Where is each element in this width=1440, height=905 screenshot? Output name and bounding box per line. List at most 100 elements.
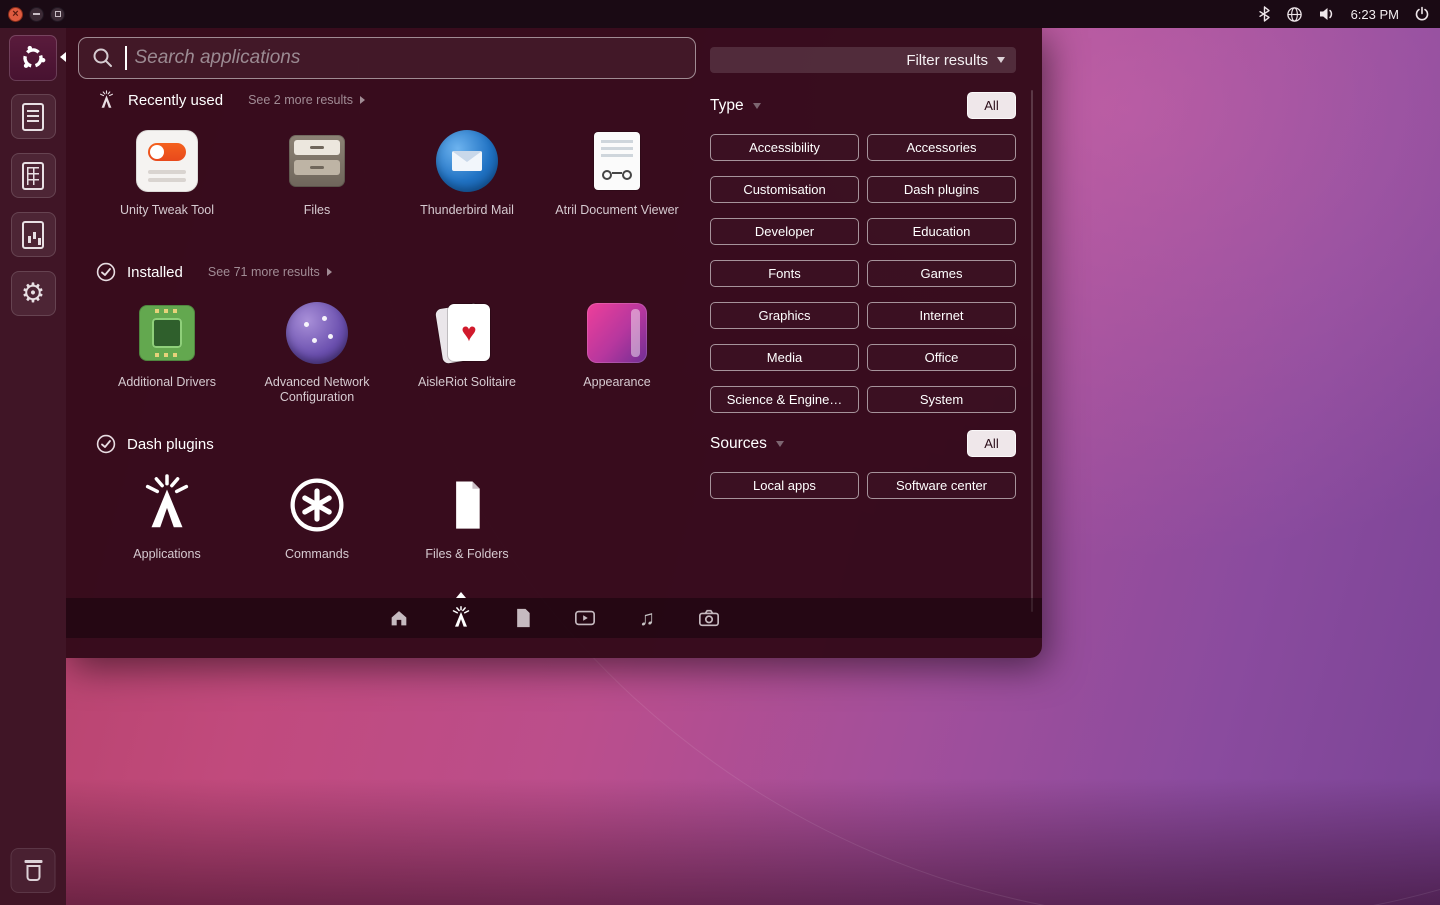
unity-launcher: ⚙ bbox=[0, 28, 66, 905]
type-filter-grid: Accessibility Accessories Customisation … bbox=[710, 134, 1016, 413]
filter-science-engineering[interactable]: Science & Engine… bbox=[710, 386, 859, 413]
active-lens-indicator bbox=[456, 592, 466, 598]
launcher-item-libreoffice-writer[interactable] bbox=[11, 94, 56, 139]
plugin-tile-applications[interactable]: Applications bbox=[92, 472, 242, 562]
bluetooth-icon[interactable] bbox=[1258, 6, 1271, 22]
app-tile-unity-tweak-tool[interactable]: Unity Tweak Tool bbox=[92, 128, 242, 218]
filter-internet[interactable]: Internet bbox=[867, 302, 1016, 329]
launcher-item-libreoffice-calc[interactable] bbox=[11, 153, 56, 198]
launcher-item-libreoffice-impress[interactable] bbox=[11, 212, 56, 257]
power-icon[interactable] bbox=[1414, 6, 1430, 22]
filter-accessories[interactable]: Accessories bbox=[867, 134, 1016, 161]
section-title: Dash plugins bbox=[127, 436, 214, 453]
app-tile-atril-document-viewer[interactable]: Atril Document Viewer bbox=[542, 128, 692, 218]
filter-system[interactable]: System bbox=[867, 386, 1016, 413]
sources-filter-header: Sources All bbox=[710, 430, 1016, 457]
sources-filter-grid: Local apps Software center bbox=[710, 472, 1016, 499]
app-tile-appearance[interactable]: Appearance bbox=[542, 300, 692, 405]
app-tile-aisleriot-solitaire[interactable]: ♥ AisleRiot Solitaire bbox=[392, 300, 542, 405]
search-input[interactable] bbox=[129, 47, 683, 69]
filter-media[interactable]: Media bbox=[710, 344, 859, 371]
arrow-right-icon bbox=[360, 96, 365, 104]
volume-icon[interactable] bbox=[1318, 6, 1336, 22]
filter-dash-plugins[interactable]: Dash plugins bbox=[867, 176, 1016, 203]
see-more-results-link[interactable]: See 71 more results bbox=[208, 265, 332, 279]
thunderbird-icon bbox=[436, 130, 498, 192]
home-lens[interactable] bbox=[386, 605, 412, 631]
launcher-item-ubuntu-dash[interactable] bbox=[9, 35, 57, 81]
app-tile-thunderbird-mail[interactable]: Thunderbird Mail bbox=[392, 128, 542, 218]
sources-all-button[interactable]: All bbox=[967, 430, 1016, 457]
launcher-item-trash[interactable] bbox=[11, 848, 56, 893]
applications-plugin-icon bbox=[136, 474, 198, 536]
ubuntu-logo-icon bbox=[20, 45, 46, 71]
video-icon bbox=[573, 607, 597, 629]
app-label: Atril Document Viewer bbox=[555, 203, 678, 218]
photos-lens[interactable] bbox=[696, 605, 722, 631]
sources-label[interactable]: Sources bbox=[710, 435, 784, 453]
type-filter-header: Type All bbox=[710, 92, 1016, 119]
launcher-item-system-settings[interactable]: ⚙ bbox=[11, 271, 56, 316]
globe-icon[interactable] bbox=[1286, 6, 1303, 23]
maximize-button[interactable] bbox=[50, 7, 65, 22]
result-row: Unity Tweak Tool Files Thunderbird Mail … bbox=[92, 128, 710, 218]
filter-accessibility[interactable]: Accessibility bbox=[710, 134, 859, 161]
plugin-tile-commands[interactable]: Commands bbox=[242, 472, 392, 562]
top-panel: × 6:23 PM bbox=[0, 0, 1440, 28]
type-all-button[interactable]: All bbox=[967, 92, 1016, 119]
app-label: Additional Drivers bbox=[118, 375, 216, 390]
music-lens[interactable]: ♫ bbox=[634, 605, 660, 631]
gear-icon: ⚙ bbox=[21, 280, 45, 307]
section-recently-used: Recently used See 2 more results Unity T… bbox=[78, 88, 710, 218]
unity-tweak-tool-icon bbox=[136, 130, 198, 192]
lens-bar: ♫ bbox=[66, 598, 1042, 638]
app-tile-advanced-network-configuration[interactable]: Advanced Network Configuration bbox=[242, 300, 392, 405]
files-lens[interactable] bbox=[510, 605, 536, 631]
applications-lens-icon bbox=[449, 606, 473, 630]
focused-app-arrow-icon bbox=[60, 52, 66, 62]
filter-local-apps[interactable]: Local apps bbox=[710, 472, 859, 499]
result-row: Additional Drivers Advanced Network Conf… bbox=[92, 300, 710, 405]
filter-games[interactable]: Games bbox=[867, 260, 1016, 287]
app-label: Commands bbox=[285, 547, 349, 562]
solitaire-cards-icon: ♥ bbox=[434, 302, 500, 364]
filter-developer[interactable]: Developer bbox=[710, 218, 859, 245]
heart-icon: ♥ bbox=[448, 304, 490, 361]
clock[interactable]: 6:23 PM bbox=[1351, 7, 1399, 22]
filter-customisation[interactable]: Customisation bbox=[710, 176, 859, 203]
applications-lens[interactable] bbox=[448, 605, 474, 631]
indicator-area: 6:23 PM bbox=[1258, 6, 1440, 23]
search-bar[interactable] bbox=[78, 37, 696, 79]
window-controls: × bbox=[8, 7, 65, 22]
video-lens[interactable] bbox=[572, 605, 598, 631]
minimize-button[interactable] bbox=[29, 7, 44, 22]
filter-software-center[interactable]: Software center bbox=[867, 472, 1016, 499]
filter-graphics[interactable]: Graphics bbox=[710, 302, 859, 329]
plugin-tile-files-folders[interactable]: Files & Folders bbox=[392, 472, 542, 562]
calc-spreadsheet-icon bbox=[22, 162, 44, 190]
check-circle-icon bbox=[96, 434, 116, 454]
commands-icon bbox=[287, 475, 347, 535]
camera-icon bbox=[697, 607, 721, 629]
type-label[interactable]: Type bbox=[710, 97, 761, 115]
atril-icon bbox=[594, 132, 640, 190]
app-tile-additional-drivers[interactable]: Additional Drivers bbox=[92, 300, 242, 405]
app-label: Thunderbird Mail bbox=[420, 203, 514, 218]
unity-dash: Filter results Recently used See 2 more … bbox=[66, 28, 1042, 658]
filter-education[interactable]: Education bbox=[867, 218, 1016, 245]
additional-drivers-icon bbox=[139, 305, 195, 361]
impress-chart-icon bbox=[22, 221, 44, 249]
app-label: Applications bbox=[133, 547, 200, 562]
document-icon bbox=[513, 607, 533, 629]
close-button[interactable]: × bbox=[8, 7, 23, 22]
files-icon bbox=[289, 135, 345, 187]
app-label: Advanced Network Configuration bbox=[244, 375, 390, 405]
dash-scrollbar[interactable] bbox=[1031, 90, 1033, 612]
chevron-down-icon bbox=[753, 103, 761, 109]
section-dash-plugins: Dash plugins Applications Commands bbox=[78, 432, 710, 562]
filter-fonts[interactable]: Fonts bbox=[710, 260, 859, 287]
app-tile-files[interactable]: Files bbox=[242, 128, 392, 218]
see-more-results-link[interactable]: See 2 more results bbox=[248, 93, 365, 107]
section-installed: Installed See 71 more results Additional… bbox=[78, 260, 710, 405]
filter-office[interactable]: Office bbox=[867, 344, 1016, 371]
